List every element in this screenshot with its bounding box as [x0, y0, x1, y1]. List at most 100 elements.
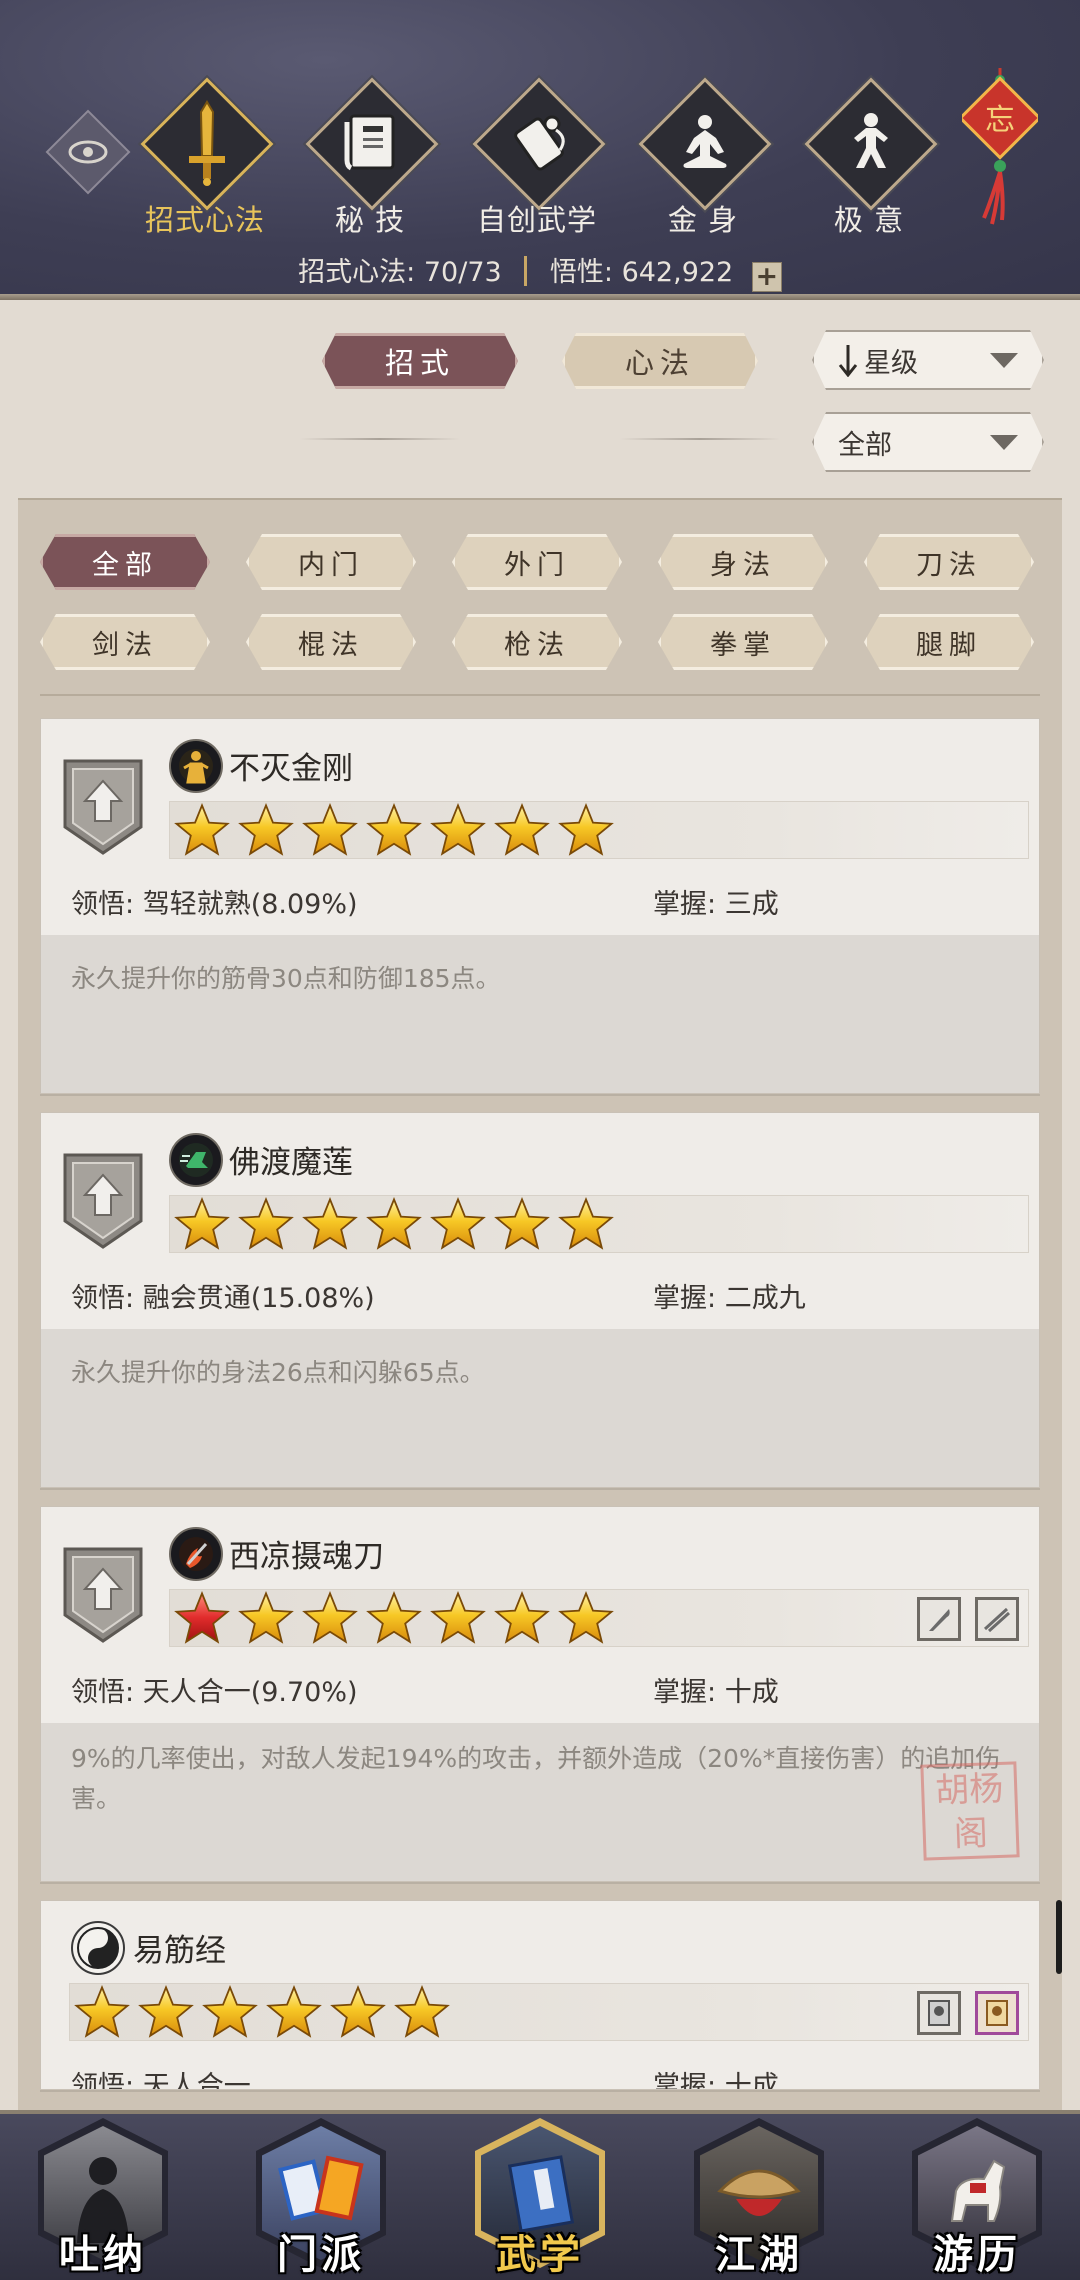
broken-blade-icon[interactable] — [975, 1597, 1019, 1641]
tab-inner-arts[interactable]: 心法 — [562, 333, 758, 389]
list-scrollbar[interactable] — [1056, 1900, 1062, 1974]
nav-label: 江湖 — [715, 2231, 803, 2278]
filter-leg-kick[interactable]: 腿脚 — [864, 614, 1034, 670]
green-boot-icon — [169, 1133, 223, 1187]
upgrade-shield-icon[interactable] — [61, 1151, 145, 1251]
nav-jianghu[interactable]: 江湖 — [684, 2110, 834, 2280]
star-rating — [69, 1983, 1029, 2041]
gold-star-icon — [174, 802, 230, 858]
filter-outer-sect[interactable]: 外门 — [452, 534, 622, 590]
sort-dropdown[interactable]: 星级 — [812, 330, 1044, 390]
category-tab-secret-arts[interactable]: 秘 技 — [295, 77, 445, 237]
saber-icon[interactable] — [917, 1597, 961, 1641]
filter-spear[interactable]: 枪法 — [452, 614, 622, 670]
mastery-row: 掌握: 二成九 — [653, 1276, 806, 1315]
mastery-value: 二成九 — [724, 1283, 806, 1314]
eye-icon — [60, 124, 116, 180]
skill-name: 西凉摄魂刀 — [229, 1539, 384, 1575]
filter-movement[interactable]: 身法 — [658, 534, 828, 590]
bottom-navigation: 吐纳 门派 武学 江湖 游历 — [0, 2110, 1080, 2280]
scroll-icon — [489, 93, 589, 193]
category-tab-moves[interactable]: 招式心法 — [130, 77, 280, 237]
nav-breathing[interactable]: 吐纳 — [28, 2110, 178, 2280]
mastery-row: 掌握: 十成 — [653, 2064, 779, 2090]
mastery-value: 三成 — [724, 889, 779, 920]
filter-all[interactable]: 全部 — [40, 534, 210, 590]
gold-star-icon — [266, 1984, 322, 2040]
add-insight-button[interactable]: + — [751, 262, 782, 292]
insight-value: 融会贯通(15.08%) — [142, 1283, 375, 1314]
filter-divider — [40, 694, 1040, 696]
gold-token-icon[interactable] — [975, 1991, 1019, 2035]
insight-label: 悟性: — [549, 257, 613, 288]
chevron-down-icon — [990, 353, 1018, 368]
skill-description: 9%的几率使出，对敌人发起194%的攻击，并额外造成（20%*直接伤害）的追加伤… — [41, 1723, 1039, 1881]
martial-stance-icon — [821, 93, 921, 193]
gold-star-icon — [366, 802, 422, 858]
filter-dropdown[interactable]: 全部 — [812, 412, 1044, 472]
gold-star-icon — [558, 802, 614, 858]
star-rating — [169, 801, 1029, 859]
mastery-label: 掌握: — [653, 1283, 717, 1314]
insight-value: 天人合一(9.70%) — [142, 1677, 358, 1708]
meditation-icon — [655, 93, 755, 193]
star-rating — [169, 1195, 1029, 1253]
chevron-down-icon — [990, 435, 1018, 450]
upgrade-shield-icon[interactable] — [61, 757, 145, 857]
skill-card[interactable]: 西凉摄魂刀 领悟: 天人合一(9.70%) 掌握: 十成 9%的几率使出，对敌人… — [40, 1506, 1040, 1882]
nav-martial-arts[interactable]: 武学 — [465, 2110, 615, 2280]
skill-stats-bar: 招式心法: 70/73 悟性: 642,922 + — [0, 250, 1080, 292]
gold-star-icon — [494, 1590, 550, 1646]
filter-inner-sect[interactable]: 内门 — [246, 534, 416, 590]
filter-dropdown-value: 全部 — [838, 429, 892, 461]
gold-star-icon — [494, 1196, 550, 1252]
insight-label: 领悟: — [71, 889, 135, 920]
golden-figure-icon — [169, 739, 223, 793]
filter-fist-palm[interactable]: 拳掌 — [658, 614, 828, 670]
nav-sect[interactable]: 门派 — [246, 2110, 396, 2280]
category-tab-golden-body[interactable]: 金 身 — [628, 77, 778, 237]
filter-saber[interactable]: 刀法 — [864, 534, 1034, 590]
view-toggle-button[interactable] — [45, 109, 131, 195]
gold-star-icon — [302, 802, 358, 858]
nav-label: 武学 — [496, 2231, 584, 2278]
decorative-divider — [620, 438, 780, 440]
skill-description: 永久提升你的身法26点和闪躲65点。 — [41, 1329, 1039, 1487]
nav-label: 吐纳 — [59, 2231, 147, 2278]
decorative-divider — [300, 438, 460, 440]
insight-label: 领悟: — [71, 1677, 135, 1708]
tab-moves[interactable]: 招式 — [322, 333, 518, 389]
yin-yang-icon — [71, 1921, 125, 1975]
gold-star-icon — [238, 1590, 294, 1646]
flame-blade-icon — [169, 1527, 223, 1581]
category-label: 自创武学 — [476, 203, 597, 237]
category-tab-self-created[interactable]: 自创武学 — [462, 77, 612, 237]
gold-star-icon — [202, 1984, 258, 2040]
silver-token-icon[interactable] — [917, 1991, 961, 2035]
skill-description: 永久提升你的筋骨30点和防御185点。 — [41, 935, 1039, 1093]
skill-name: 易筋经 — [133, 1933, 226, 1969]
skill-card[interactable]: 不灭金刚 领悟: 驾轻就熟(8.09%) 掌握: 三成 永久提升你的筋骨30点和… — [40, 718, 1040, 1094]
insight-row: 领悟: 天人合一 — [71, 2064, 251, 2089]
category-tab-ultimate[interactable]: 极 意 — [794, 77, 944, 237]
filter-sword[interactable]: 剑法 — [40, 614, 210, 670]
chinese-knot-ornament[interactable]: 忘 — [958, 68, 1042, 228]
skills-count-label: 招式心法: — [298, 257, 416, 288]
skill-card[interactable]: 佛渡魔莲 领悟: 融会贯通(15.08%) 掌握: 二成九 永久提升你的身法26… — [40, 1112, 1040, 1488]
sword-icon — [157, 93, 257, 193]
mastery-value: 十成 — [724, 2071, 779, 2090]
gold-star-icon — [174, 1196, 230, 1252]
mastery-label: 掌握: — [653, 1677, 717, 1708]
mastery-label: 掌握: — [653, 2071, 717, 2090]
filter-staff[interactable]: 棍法 — [246, 614, 416, 670]
svg-text:忘: 忘 — [985, 103, 1015, 138]
category-label: 秘 技 — [334, 203, 406, 237]
nav-label: 游历 — [933, 2231, 1021, 2278]
gold-star-icon — [238, 802, 294, 858]
upgrade-shield-icon[interactable] — [61, 1545, 145, 1645]
skill-card[interactable]: 易筋经 领悟: 天人合一 掌握: 十成 — [40, 1900, 1040, 2090]
watermark-seal: 胡杨阁 — [920, 1761, 1020, 1861]
nav-label: 门派 — [277, 2231, 365, 2278]
book-icon — [322, 93, 422, 193]
nav-travel[interactable]: 游历 — [902, 2110, 1052, 2280]
